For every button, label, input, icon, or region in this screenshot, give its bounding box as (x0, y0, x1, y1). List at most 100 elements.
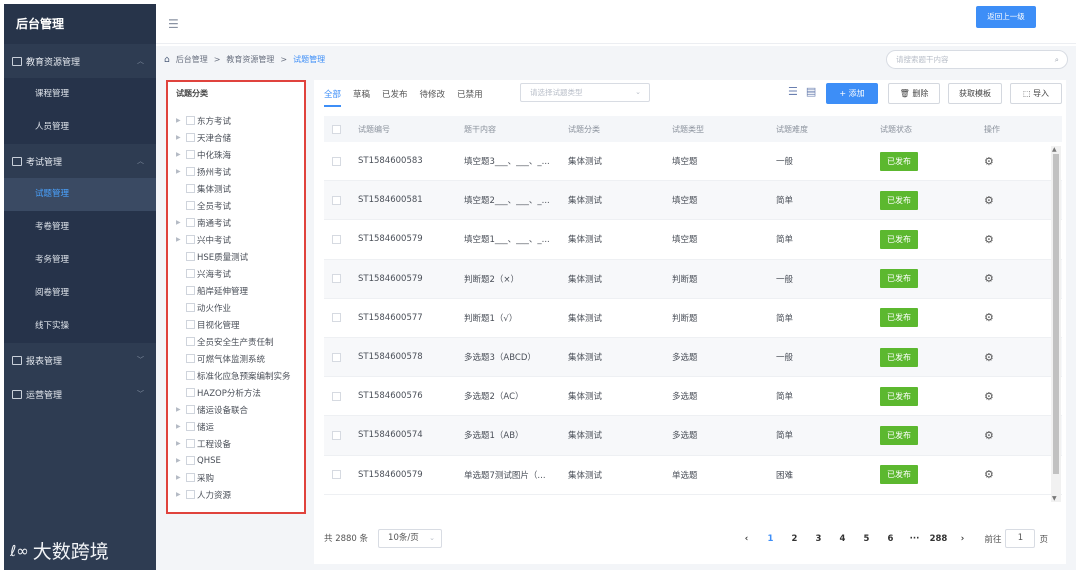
row-checkbox[interactable] (332, 391, 341, 401)
question-type-select[interactable]: 请选择试题类型 ⌄ (520, 83, 650, 102)
tab-item[interactable]: 全部 (324, 88, 342, 107)
gear-icon[interactable]: ⚙ (984, 311, 994, 324)
tree-checkbox[interactable] (186, 184, 195, 193)
page-number[interactable]: 3 (806, 534, 830, 544)
gear-icon[interactable]: ⚙ (984, 233, 994, 246)
tree-checkbox[interactable] (186, 439, 195, 448)
tab-item[interactable]: 已发布 (382, 88, 408, 107)
row-checkbox[interactable] (332, 470, 341, 480)
tree-checkbox[interactable] (186, 473, 195, 482)
caret-right-icon[interactable]: ▶ (176, 151, 186, 158)
tree-node[interactable]: ▶ 储运设备联合 (176, 401, 291, 418)
tree-node[interactable]: ▶ 采购 (176, 469, 291, 486)
sidebar-item[interactable]: 阅卷管理 (4, 277, 156, 310)
tree-node[interactable]: 标准化应急预案编制实务 (176, 367, 291, 384)
table-row[interactable]: ST1584600574 多选题1（AB） 集体测试 多选题 简单 已发布 ⚙ (324, 416, 1062, 456)
prev-page-icon[interactable]: ‹ (734, 534, 758, 544)
tree-checkbox[interactable] (186, 490, 195, 499)
tree-checkbox[interactable] (186, 218, 195, 227)
page-number[interactable]: 5 (854, 534, 878, 544)
add-button[interactable]: + 添加 (826, 83, 878, 104)
table-row[interactable]: ST1584600577 判断题1（√） 集体测试 判断题 简单 已发布 ⚙ (324, 299, 1062, 338)
tree-checkbox[interactable] (186, 133, 195, 142)
tree-checkbox[interactable] (186, 116, 195, 125)
tree-node[interactable]: 目视化管理 (176, 316, 291, 333)
page-number[interactable]: 288 (926, 534, 950, 544)
tree-node[interactable]: 全员安全生产责任制 (176, 333, 291, 350)
caret-right-icon[interactable]: ▶ (176, 236, 186, 243)
tree-checkbox[interactable] (186, 388, 195, 397)
tree-node[interactable]: HAZOP分析方法 (176, 384, 291, 401)
tree-checkbox[interactable] (186, 235, 195, 244)
table-row[interactable]: ST1584600579 判断题2（×） 集体测试 判断题 一般 已发布 ⚙ (324, 259, 1062, 299)
sidebar-item[interactable]: 线下实操 (4, 310, 156, 343)
menu-fold-icon[interactable]: ☰ (168, 17, 179, 31)
tree-node[interactable]: 集体测试 (176, 180, 291, 197)
get-template-button[interactable]: 获取模板 (948, 83, 1002, 104)
search-icon[interactable]: ⌕ (1055, 51, 1059, 68)
sidebar-item[interactable]: 试题管理 (4, 178, 156, 211)
tree-node[interactable]: 可燃气体监测系统 (176, 350, 291, 367)
scroll-down-icon[interactable]: ▼ (1052, 495, 1057, 502)
page-size-select[interactable]: 10条/页 ⌄ (378, 528, 443, 548)
row-checkbox[interactable] (332, 156, 341, 166)
tree-checkbox[interactable] (186, 405, 195, 414)
page-number[interactable]: 1 (758, 534, 782, 544)
tab-item[interactable]: 待修改 (420, 88, 446, 107)
import-button[interactable]: ⬚ 导入 (1010, 83, 1062, 104)
caret-right-icon[interactable]: ▶ (176, 219, 186, 226)
row-checkbox[interactable] (332, 234, 341, 244)
caret-right-icon[interactable]: ▶ (176, 406, 186, 413)
tree-node[interactable]: ▶ 扬州考试 (176, 163, 291, 180)
tree-node[interactable]: 兴海考试 (176, 265, 291, 282)
next-page-icon[interactable]: › (950, 534, 974, 544)
search-input[interactable]: 请搜索题干内容 ⌕ (886, 50, 1068, 69)
tab-item[interactable]: 已禁用 (457, 88, 483, 107)
list-view-icon[interactable]: ☰ (788, 85, 798, 98)
goto-page-input[interactable]: 1 (1005, 529, 1036, 548)
tree-checkbox[interactable] (186, 252, 195, 261)
tree-checkbox[interactable] (186, 456, 195, 465)
page-number[interactable]: 6 (878, 534, 902, 544)
sidebar-group[interactable]: 报表管理 ﹀ (4, 343, 156, 377)
tree-checkbox[interactable] (186, 150, 195, 159)
row-checkbox[interactable] (332, 195, 341, 205)
sidebar-item[interactable]: 课程管理 (4, 78, 156, 111)
tree-checkbox[interactable] (186, 354, 195, 363)
tree-checkbox[interactable] (186, 286, 195, 295)
sidebar-group[interactable]: 考试管理 ︿ (4, 144, 156, 178)
caret-right-icon[interactable]: ▶ (176, 440, 186, 447)
sidebar-item[interactable]: 人员管理 (4, 111, 156, 144)
caret-right-icon[interactable]: ▶ (176, 168, 186, 175)
back-button[interactable]: 返回上一级 (976, 6, 1036, 28)
tree-node[interactable]: ▶ 储运 (176, 418, 291, 435)
caret-right-icon[interactable]: ▶ (176, 134, 186, 141)
tree-node[interactable]: ▶ 工程设备 (176, 435, 291, 452)
gear-icon[interactable]: ⚙ (984, 390, 994, 403)
home-icon[interactable]: ⌂ (164, 55, 170, 65)
caret-right-icon[interactable]: ▶ (176, 491, 186, 498)
table-row[interactable]: ST1584600576 多选题2（AC） 集体测试 多选题 简单 已发布 ⚙ (324, 377, 1062, 417)
caret-right-icon[interactable]: ▶ (176, 117, 186, 124)
tree-node[interactable]: 全员考试 (176, 197, 291, 214)
gear-icon[interactable]: ⚙ (984, 272, 994, 285)
gear-icon[interactable]: ⚙ (984, 468, 994, 481)
tree-checkbox[interactable] (186, 167, 195, 176)
caret-right-icon[interactable]: ▶ (176, 423, 186, 430)
caret-right-icon[interactable]: ▶ (176, 474, 186, 481)
breadcrumb-item[interactable]: 后台管理 (176, 54, 208, 65)
sidebar-item[interactable]: 考卷管理 (4, 211, 156, 244)
tree-node[interactable]: ▶ QHSE (176, 452, 291, 469)
table-scrollbar[interactable]: ▲ ▼ (1051, 146, 1061, 502)
delete-button[interactable]: 🗑 删除 (888, 83, 940, 104)
table-row[interactable]: ST1584600583 填空题3___、___、_... 集体测试 填空题 一般 已发布… (324, 142, 1062, 182)
tree-checkbox[interactable] (186, 320, 195, 329)
tree-checkbox[interactable] (186, 371, 195, 380)
tree-node[interactable]: ▶ 兴中考试 (176, 231, 291, 248)
breadcrumb-item[interactable]: 教育资源管理 (226, 54, 274, 65)
tree-node[interactable]: ▶ 天津合储 (176, 129, 291, 146)
row-checkbox[interactable] (332, 352, 341, 362)
table-row[interactable]: ST1584600579 单选题7测试图片（... 集体测试 单选题 困难 已发布 ⚙ (324, 456, 1062, 495)
tree-checkbox[interactable] (186, 422, 195, 431)
card-view-icon[interactable]: ▤ (806, 85, 816, 98)
